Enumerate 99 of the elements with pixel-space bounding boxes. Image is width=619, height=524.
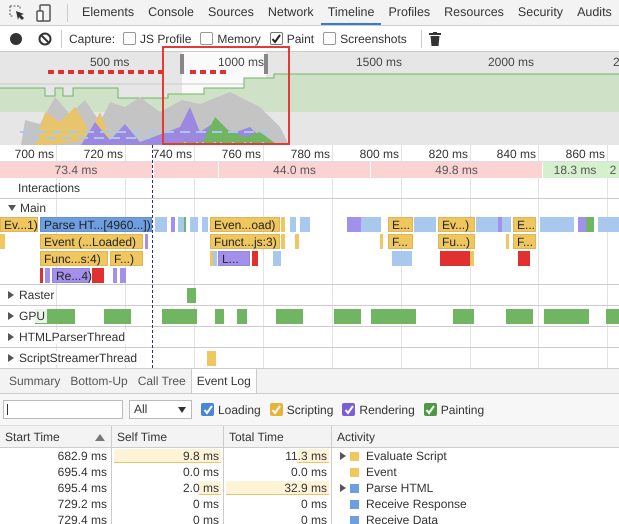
overview-tick-label: 2	[613, 55, 619, 69]
panel-tab[interactable]: Timeline	[320, 0, 382, 25]
column-header[interactable]: Start Time	[0, 426, 112, 447]
filter-input[interactable]	[3, 400, 123, 419]
ruler-tick-label: 760 ms	[220, 147, 261, 161]
capture-checkbox[interactable]: Screenshots	[323, 32, 407, 46]
track-label: GPU	[19, 309, 48, 323]
table-cell: 695.4 ms	[0, 480, 112, 496]
event-block[interactable]: F...	[513, 234, 536, 249]
event-block[interactable]: Event (...Loaded)	[40, 234, 143, 249]
panel-tab[interactable]: Security	[510, 0, 570, 25]
table-cell: 0 ms	[192, 496, 219, 512]
category-checkbox[interactable]: Painting	[424, 402, 484, 416]
detail-tab[interactable]: Bottom-Up	[65, 369, 133, 393]
ruler-tick-label: 840 ms	[496, 147, 536, 161]
panel-tab[interactable]: Resources	[437, 0, 511, 25]
overview-tick-label: 1500 ms	[356, 55, 402, 69]
frame-bar[interactable]: 18.3 ms	[543, 162, 607, 178]
event-block[interactable]: E...	[388, 217, 413, 232]
table-cell: 2.0 ms	[182, 480, 219, 496]
frame-bar[interactable]: 2	[607, 162, 619, 178]
ruler-tick-label: 700 ms	[14, 147, 54, 161]
ruler-tick-label: 860 ms	[564, 147, 605, 161]
table-cell: 0 ms	[192, 512, 219, 524]
column-header[interactable]: Self Time	[112, 426, 224, 447]
activity-name: Event	[366, 464, 397, 480]
detail-tab[interactable]: Summary	[4, 369, 66, 393]
ruler-tick-label: 780 ms	[290, 147, 330, 161]
panel-tab[interactable]: Audits	[570, 0, 619, 25]
table-cell: 695.4 ms	[0, 464, 112, 480]
check-icon	[271, 34, 282, 44]
activity-name: Receive Data	[366, 512, 438, 524]
detail-tab[interactable]: Event Log	[190, 369, 257, 393]
table-cell: 11.3 ms	[285, 448, 327, 464]
event-block[interactable]: Func...s:4)	[40, 251, 108, 266]
clear-icon[interactable]	[38, 32, 52, 46]
event-block[interactable]: Ev...)	[438, 217, 475, 232]
table-cell: 9.8 ms	[182, 448, 219, 464]
event-block[interactable]: E...	[513, 217, 536, 232]
table-cell: 0 ms	[300, 496, 327, 512]
event-block[interactable]: F...	[388, 234, 413, 249]
check-icon	[425, 404, 436, 414]
frame-bar[interactable]	[154, 162, 218, 178]
track-label: HTMLParserThread	[19, 330, 128, 344]
activity-name: Parse HTML	[366, 480, 434, 496]
track-label: Interactions	[18, 181, 80, 195]
activity-name: Receive Response	[366, 496, 467, 512]
panel-tab[interactable]: Console	[141, 0, 201, 25]
ruler-tick-label: 740 ms	[152, 147, 192, 161]
column-header[interactable]: Total Time	[224, 426, 332, 447]
event-block[interactable]: Fu...)	[438, 234, 475, 249]
capture-checkbox[interactable]: Memory	[200, 32, 261, 46]
event-block[interactable]: Funct...js:3)	[210, 234, 280, 249]
detail-tab[interactable]: Call Tree	[132, 369, 191, 393]
category-checkbox[interactable]: Scripting	[270, 402, 334, 416]
track-label: Raster	[19, 288, 56, 302]
event-block[interactable]: Parse HT...[4960...])	[40, 217, 152, 232]
check-icon	[202, 404, 212, 414]
expand-arrow-icon[interactable]	[8, 204, 16, 210]
panel-tab[interactable]: Network	[260, 0, 321, 25]
record-button[interactable]	[10, 32, 22, 44]
overview-tick-label: 2000 ms	[488, 55, 534, 69]
category-checkbox[interactable]: Loading	[201, 402, 261, 416]
track-label: ScriptStreamerThread	[19, 351, 140, 365]
inspect-icon[interactable]	[8, 4, 26, 22]
ruler-tick-label: 800 ms	[358, 147, 399, 161]
track-label: Main	[20, 200, 46, 214]
capture-checkbox[interactable]: Paint	[270, 32, 314, 46]
event-block[interactable]: L...	[218, 251, 250, 266]
table-cell: 32.9 ms	[284, 480, 327, 496]
panel-tab[interactable]: Elements	[75, 0, 142, 25]
capture-label: Capture:	[69, 32, 116, 46]
category-checkbox[interactable]: Rendering	[342, 402, 415, 416]
table-cell: 0.0 ms	[290, 464, 327, 480]
panel-tab[interactable]: Sources	[200, 0, 261, 25]
ruler-tick-label: 720 ms	[82, 147, 123, 161]
trash-icon[interactable]	[428, 32, 441, 46]
frame-bar[interactable]: 44.0 ms	[219, 162, 370, 178]
table-cell: 682.9 ms	[0, 448, 112, 464]
device-icon[interactable]	[36, 4, 52, 22]
ruler-tick-label: 820 ms	[428, 147, 468, 161]
check-icon	[344, 404, 354, 414]
event-block[interactable]: F...)	[110, 251, 143, 266]
panel-tab[interactable]: Profiles	[381, 0, 438, 25]
table-cell: 0.0 ms	[182, 464, 219, 480]
table-cell: 729.2 ms	[0, 496, 112, 512]
event-block[interactable]: Even...oad)	[210, 217, 280, 232]
column-header[interactable]: Activity	[332, 426, 619, 447]
overview-tick-label: 500 ms	[90, 55, 130, 69]
table-cell: 729.4 ms	[0, 512, 112, 524]
event-block[interactable]: Ev...1)	[0, 217, 38, 232]
capture-checkbox[interactable]: JS Profile	[123, 32, 192, 46]
type-dropdown[interactable]: All	[129, 400, 192, 419]
activity-name: Evaluate Script	[366, 448, 447, 464]
frame-bar[interactable]: 73.4 ms	[0, 162, 152, 178]
overview-tick-label: 1000 ms	[218, 55, 264, 69]
table-cell: 0 ms	[300, 512, 327, 524]
check-icon	[271, 404, 282, 414]
frame-bar[interactable]: 49.8 ms	[371, 162, 542, 178]
